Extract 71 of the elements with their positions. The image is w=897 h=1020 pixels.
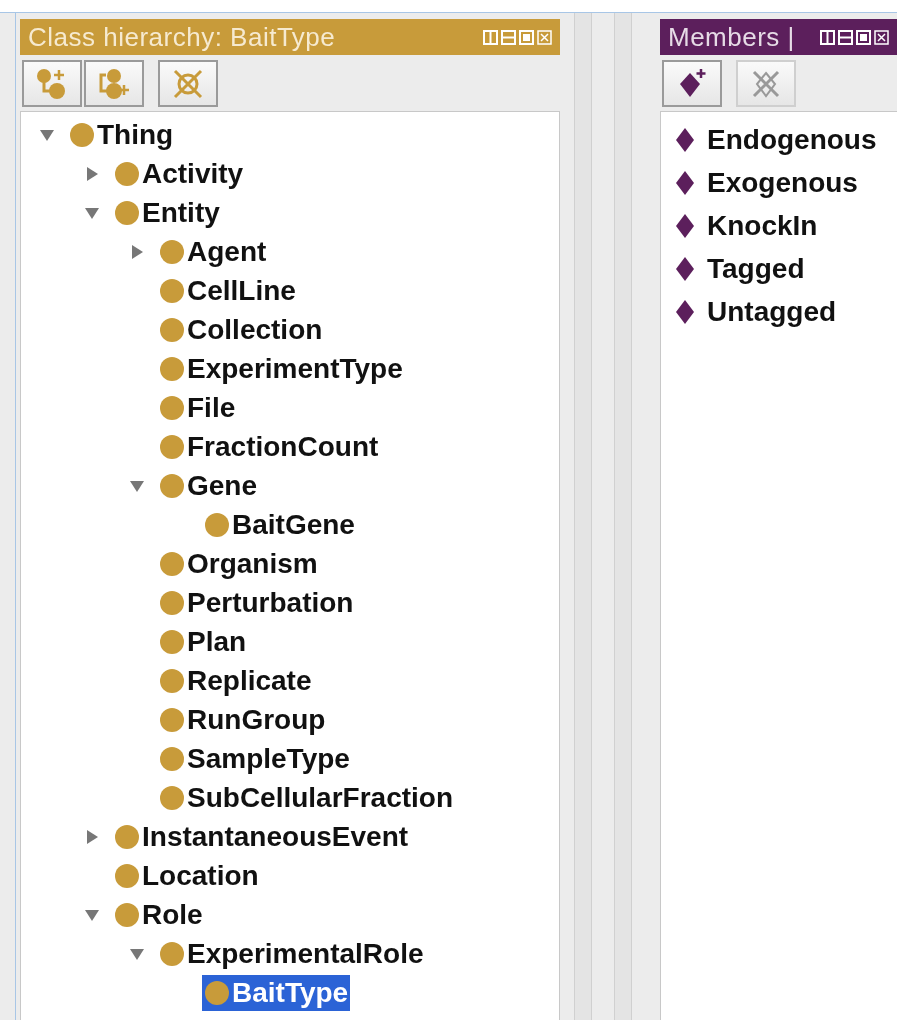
member-item[interactable]: Exogenous <box>707 166 858 199</box>
class-icon <box>159 628 185 655</box>
add-sibling-button[interactable] <box>84 60 144 107</box>
tree-item[interactable]: Collection <box>157 311 325 348</box>
member-item[interactable]: Endogenous <box>707 123 877 156</box>
tree-item[interactable]: Organism <box>157 545 320 582</box>
collapsed-arrow-icon[interactable] <box>84 165 100 182</box>
class-icon <box>159 355 185 382</box>
member-item[interactable]: KnockIn <box>707 209 818 242</box>
add-member-button[interactable] <box>662 60 722 107</box>
sibling-icon <box>97 66 131 101</box>
class-icon <box>114 823 140 850</box>
class-icon <box>159 550 185 577</box>
tree-item[interactable]: RunGroup <box>157 701 328 738</box>
delete-class-button[interactable] <box>158 60 218 107</box>
tree-item[interactable]: Gene <box>157 467 260 504</box>
class-icon <box>159 589 185 616</box>
tree-item[interactable]: SampleType <box>157 740 352 777</box>
class-icon <box>204 511 230 538</box>
tree-item[interactable]: Activity <box>112 155 246 192</box>
class-icon <box>204 979 230 1006</box>
delete-member-button[interactable] <box>736 60 796 107</box>
maximize-icon[interactable] <box>856 29 871 45</box>
individual-icon <box>675 212 695 239</box>
class-icon <box>69 121 95 148</box>
tree-item[interactable]: BaitGene <box>202 506 357 543</box>
tree-item[interactable]: Agent <box>157 233 269 270</box>
tree-item[interactable]: SubCellularFraction <box>157 779 456 816</box>
tree-item[interactable]: InstantaneousEvent <box>112 818 411 855</box>
class-icon <box>159 667 185 694</box>
tree-item[interactable]: Plan <box>157 623 249 660</box>
class-icon <box>159 433 185 460</box>
tree-item[interactable]: Thing <box>67 116 176 153</box>
class-icon <box>159 277 185 304</box>
class-icon <box>114 160 140 187</box>
tree-item[interactable]: Location <box>112 857 261 894</box>
collapsed-arrow-icon[interactable] <box>129 243 145 260</box>
tree-item[interactable]: Perturbation <box>157 584 356 621</box>
class-icon <box>114 862 140 889</box>
tree-item[interactable]: BaitType <box>202 974 351 1011</box>
tree-item[interactable]: ExperimentalRole <box>157 935 426 972</box>
close-icon[interactable] <box>874 29 889 45</box>
add-subclass-button[interactable] <box>22 60 82 107</box>
individual-icon <box>675 126 695 153</box>
class-icon <box>159 238 185 265</box>
class-icon <box>159 472 185 499</box>
class-icon <box>114 901 140 928</box>
split-horizontal-icon[interactable] <box>838 29 853 45</box>
tree-item[interactable]: Replicate <box>157 662 314 699</box>
tree-item[interactable]: File <box>157 389 238 426</box>
tree-item[interactable]: ExperimentType <box>157 350 405 387</box>
class-icon <box>159 394 185 421</box>
tree-item[interactable]: Role <box>112 896 205 933</box>
member-item[interactable]: Tagged <box>707 252 805 285</box>
class-icon <box>159 706 185 733</box>
individual-icon <box>675 255 695 282</box>
class-icon <box>159 940 185 967</box>
tree-item[interactable]: FractionCount <box>157 428 381 465</box>
panel-title: Members | <box>668 21 795 53</box>
class-icon <box>159 745 185 772</box>
panel-title: Class hierarchy: BaitType <box>28 21 336 53</box>
tree-item[interactable]: CellLine <box>157 272 298 309</box>
class-icon <box>159 784 185 811</box>
split-vertical-icon[interactable] <box>820 29 835 45</box>
tree-item[interactable]: Entity <box>112 194 222 231</box>
member-item[interactable]: Untagged <box>707 295 837 328</box>
individual-icon <box>675 169 695 196</box>
individual-icon <box>675 298 695 325</box>
class-icon <box>114 199 140 226</box>
collapsed-arrow-icon[interactable] <box>84 828 100 845</box>
class-icon <box>159 316 185 343</box>
